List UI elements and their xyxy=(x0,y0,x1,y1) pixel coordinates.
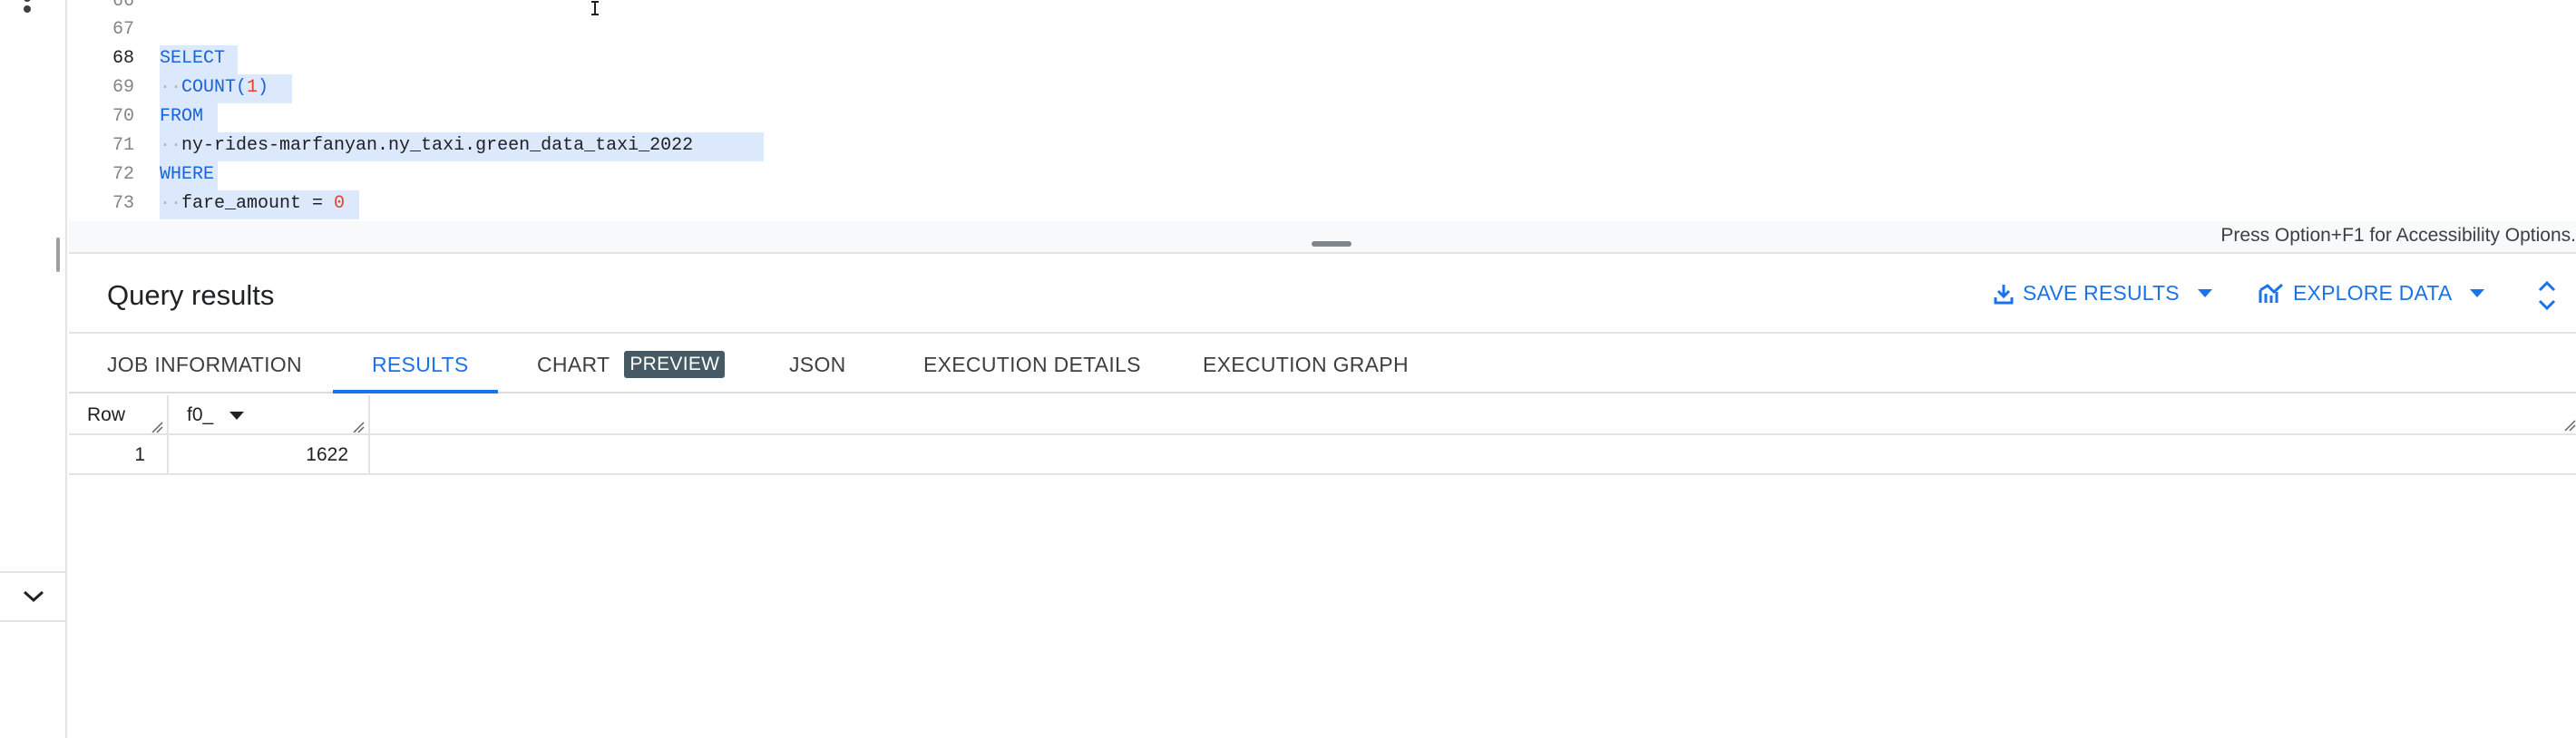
code-text: ··fare_amount = 0 xyxy=(160,193,346,214)
explore-data-label: EXPLORE DATA xyxy=(2293,281,2453,305)
value-cell[interactable]: 1622 xyxy=(169,435,370,475)
code-text: ··ny-rides-marfanyan.ny_taxi.green_data_… xyxy=(160,135,694,156)
download-icon xyxy=(1994,284,2014,304)
code-line: 70 FROM xyxy=(69,102,2500,131)
left-rail xyxy=(0,0,67,738)
sql-function: COUNT( xyxy=(181,77,248,98)
row-number-cell: 1 xyxy=(69,435,169,475)
tab-label: CHART xyxy=(537,352,610,376)
line-number: 73 xyxy=(112,193,134,214)
line-number: 70 xyxy=(112,106,134,127)
tab-label: JOB INFORMATION xyxy=(107,352,302,376)
tab-json[interactable]: JSON xyxy=(789,335,846,393)
expand-icon[interactable] xyxy=(2532,277,2561,314)
table-row: 1 1622 xyxy=(69,435,2576,475)
sql-number: 1 xyxy=(247,77,259,98)
column-resize-icon[interactable] xyxy=(2563,419,2576,432)
explore-data-button[interactable]: EXPLORE DATA xyxy=(2259,281,2485,306)
tab-label: JSON xyxy=(789,352,846,376)
tab-chart[interactable]: CHART PREVIEW xyxy=(537,335,726,393)
preview-badge: PREVIEW xyxy=(624,351,726,378)
dropdown-caret-icon xyxy=(2470,289,2485,297)
tab-execution-graph[interactable]: EXECUTION GRAPH xyxy=(1203,335,1409,393)
code-line: 73 ··fare_amount = 0 xyxy=(69,189,2500,218)
save-results-button[interactable]: SAVE RESULTS xyxy=(1994,281,2212,306)
code-line: 66 xyxy=(69,0,2500,16)
explore-chart-icon xyxy=(2259,283,2283,303)
pane-splitter[interactable]: Press Option+F1 for Accessibility Option… xyxy=(69,221,2576,254)
sql-editor[interactable]: 66 67 68 SELECT 69 ··COUNT(1) 70 FROM 71… xyxy=(69,0,2576,221)
column-resize-icon[interactable] xyxy=(352,421,365,433)
tab-execution-details[interactable]: EXECUTION DETAILS xyxy=(923,335,1141,393)
sql-number: 0 xyxy=(334,193,346,214)
line-number: 66 xyxy=(112,0,134,12)
code-line: 71 ··ny-rides-marfanyan.ny_taxi.green_da… xyxy=(69,131,2500,160)
tab-label: EXECUTION DETAILS xyxy=(923,352,1141,376)
line-number: 72 xyxy=(112,164,134,185)
dropdown-caret-icon xyxy=(2197,289,2212,297)
sql-paren: ) xyxy=(258,77,269,98)
save-results-label: SAVE RESULTS xyxy=(2023,281,2180,305)
collapse-panel-button[interactable] xyxy=(0,571,67,622)
table-identifier: ny-rides-marfanyan.ny_taxi.green_data_ta… xyxy=(181,135,694,156)
column-label: f0_ xyxy=(187,404,214,425)
code-line: 68 SELECT xyxy=(69,44,2500,73)
line-number: 69 xyxy=(112,77,134,98)
chevron-down-icon xyxy=(23,590,44,603)
code-line: 69 ··COUNT(1) xyxy=(69,73,2500,102)
line-number: 71 xyxy=(112,135,134,156)
sql-keyword: FROM xyxy=(160,106,204,127)
condition-text: fare_amount = xyxy=(181,193,335,214)
code-line: 67 xyxy=(69,15,2500,44)
page-title: Query results xyxy=(107,279,275,311)
column-label: Row xyxy=(87,404,126,425)
more-vert-icon[interactable] xyxy=(18,0,36,22)
line-number: 67 xyxy=(112,19,134,40)
tab-results[interactable]: RESULTS xyxy=(372,335,468,393)
results-tabs: JOB INFORMATION RESULTS CHART PREVIEW JS… xyxy=(69,335,2576,393)
results-table: Row f0_ 1 1622 xyxy=(69,395,2576,475)
text-cursor-icon xyxy=(591,1,599,15)
line-number: 68 xyxy=(112,48,134,69)
active-tab-indicator xyxy=(333,390,498,393)
column-resize-icon[interactable] xyxy=(151,421,163,433)
table-header: Row f0_ xyxy=(69,395,2576,435)
drag-handle[interactable] xyxy=(1312,241,1351,247)
accessibility-hint: Press Option+F1 for Accessibility Option… xyxy=(2220,225,2576,246)
code-line: 72 WHERE xyxy=(69,160,2500,189)
sql-keyword: WHERE xyxy=(160,164,215,185)
tab-job-information[interactable]: JOB INFORMATION xyxy=(107,335,302,393)
code-text: ··COUNT(1) xyxy=(160,77,269,98)
tab-label: EXECUTION GRAPH xyxy=(1203,352,1409,376)
column-menu-icon[interactable] xyxy=(229,411,245,420)
sql-keyword: SELECT xyxy=(160,48,226,69)
panel-resize-grip[interactable] xyxy=(56,238,60,272)
tab-label: RESULTS xyxy=(372,352,469,376)
column-header-row: Row xyxy=(69,395,169,435)
query-results-header: Query results SAVE RESULTS EXPLORE DATA xyxy=(69,256,2576,334)
column-header-f0[interactable]: f0_ xyxy=(169,395,370,435)
